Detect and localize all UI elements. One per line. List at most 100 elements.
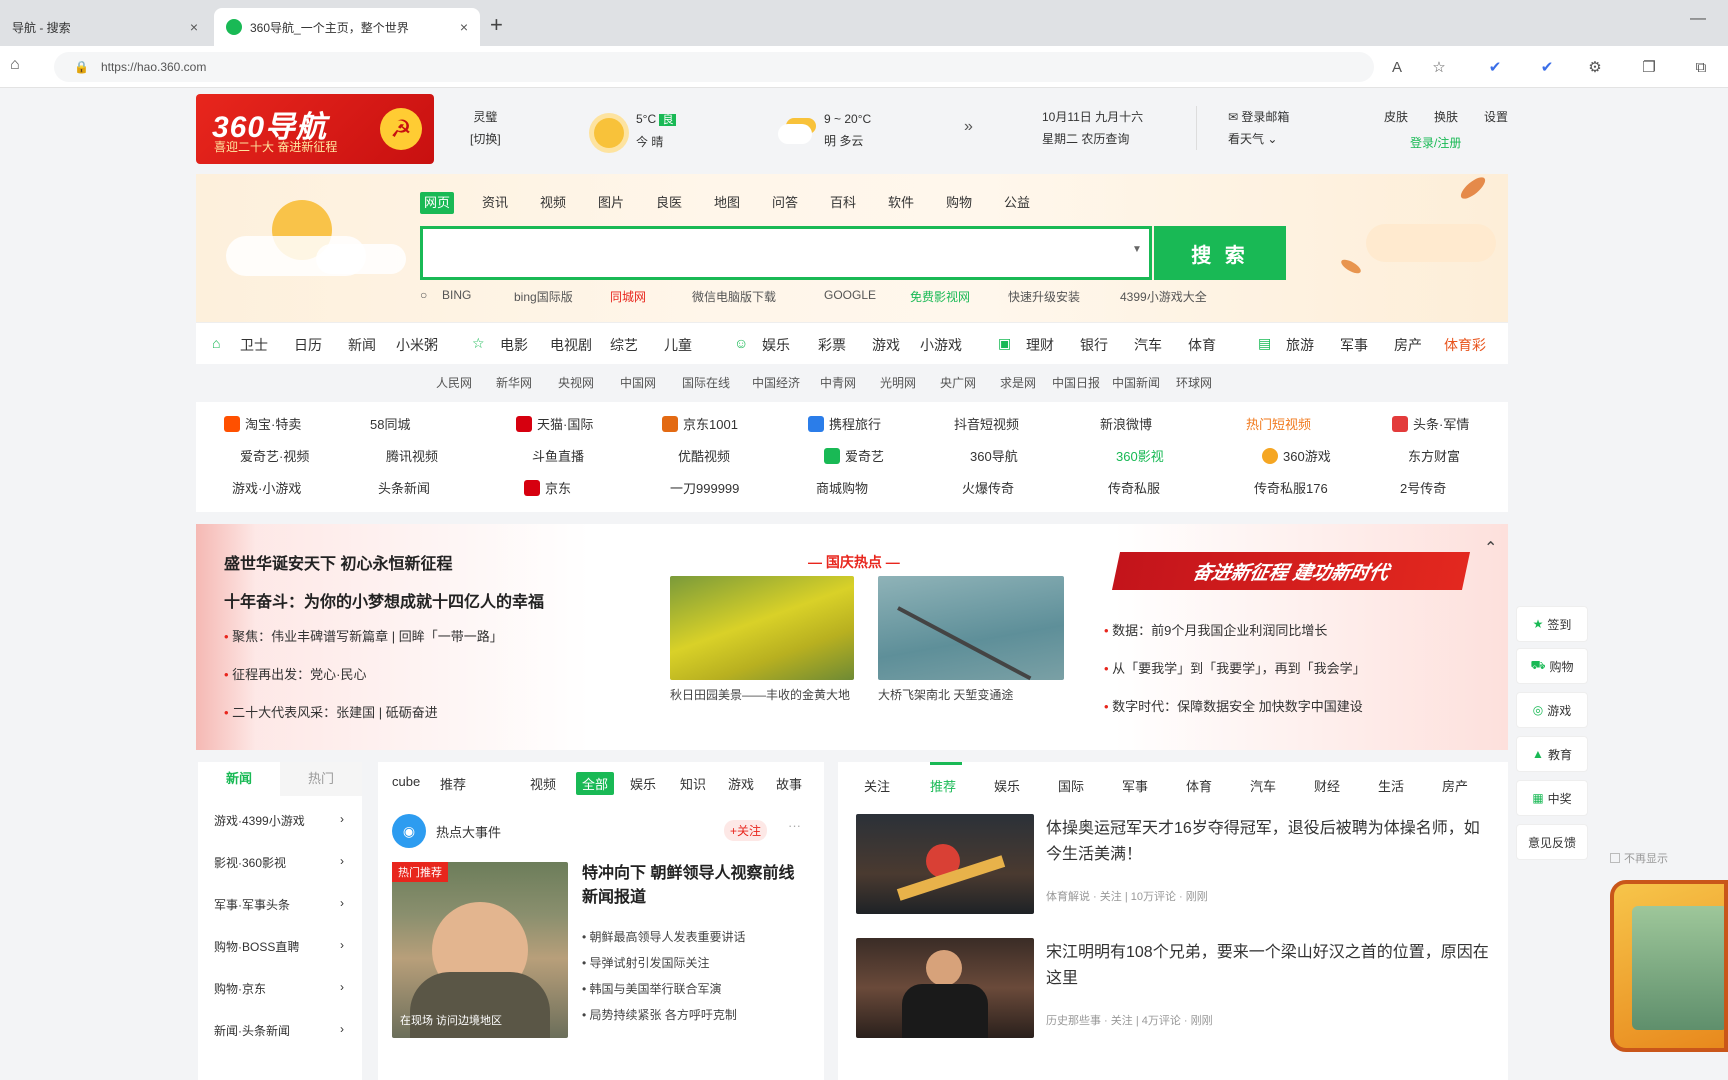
category-link[interactable]: 娱乐 <box>762 335 790 355</box>
feed-tab[interactable]: 视频 <box>530 774 556 793</box>
category-link[interactable]: 电影 <box>500 335 528 355</box>
left-list-item[interactable]: 游戏·4399小游戏 › <box>214 812 344 829</box>
category-link[interactable]: 日历 <box>294 335 322 355</box>
suggestion-link[interactable]: 微信电脑版下载 <box>692 288 776 305</box>
favorite-icon[interactable]: ☆ <box>1428 56 1450 78</box>
media-link[interactable]: 人民网 <box>436 374 472 391</box>
category-link[interactable]: 旅游 <box>1286 335 1314 355</box>
category-link[interactable]: 汽车 <box>1134 335 1162 355</box>
suggestion-link[interactable]: BING <box>442 288 471 302</box>
news-tab[interactable]: 生活 <box>1378 776 1404 795</box>
browser-tab-active[interactable]: 360导航_一个主页，整个世界 × <box>214 8 480 46</box>
site-link[interactable]: 京东1001 <box>662 414 802 433</box>
search-tab[interactable]: 地图 <box>710 192 744 214</box>
search-tab[interactable]: 百科 <box>826 192 860 214</box>
left-tab-news[interactable]: 新闻 <box>198 762 280 796</box>
media-link[interactable]: 央视网 <box>558 374 594 391</box>
settings-icon[interactable]: ⚙ <box>1584 56 1606 78</box>
site-link[interactable]: 淘宝·特卖 <box>224 414 364 433</box>
game-ad-popup[interactable] <box>1610 880 1728 1052</box>
site-link[interactable]: 2号传奇 <box>1400 478 1540 497</box>
news-tab[interactable]: 娱乐 <box>994 776 1020 795</box>
date-block[interactable]: 10月11日 九月十六 星期二 农历查询 <box>1042 106 1143 150</box>
float-button-signin[interactable]: ★ 签到 <box>1516 606 1588 642</box>
chevron-right-icon[interactable]: » <box>964 118 973 136</box>
media-link[interactable]: 中国网 <box>620 374 656 391</box>
collections-icon[interactable]: ❐ <box>1638 56 1660 78</box>
media-link[interactable]: 央广网 <box>940 374 976 391</box>
search-tab[interactable]: 视频 <box>536 192 570 214</box>
search-tab[interactable]: 资讯 <box>478 192 512 214</box>
header-link-skin[interactable]: 皮肤 <box>1384 106 1408 128</box>
banner-right-item[interactable]: • 从「要我学」到「我要学」，再到「我会学」 <box>1104 658 1366 677</box>
feed-tab-active[interactable]: 全部 <box>576 772 615 795</box>
site-link[interactable]: 360游戏 <box>1262 446 1402 465</box>
float-button-education[interactable]: ▲ 教育 <box>1516 736 1588 772</box>
banner-right-item[interactable]: • 数据：前9个月我国企业利润同比增长 <box>1104 620 1327 639</box>
suggestion-link[interactable]: bing国际版 <box>514 288 573 305</box>
float-button-game[interactable]: ◎ 游戏 <box>1516 692 1588 728</box>
news-tab[interactable]: 军事 <box>1122 776 1148 795</box>
header-link-theme[interactable]: 换肤 <box>1434 106 1458 128</box>
left-list-item[interactable]: 购物·BOSS直聘 › <box>214 938 344 955</box>
category-link[interactable]: 卫士 <box>240 335 268 355</box>
site-link[interactable]: 360导航 <box>970 446 1110 465</box>
news-photo-drama[interactable] <box>856 938 1034 1038</box>
feed-tab[interactable]: 娱乐 <box>630 774 656 793</box>
site-link[interactable]: 东方财富 <box>1408 446 1548 465</box>
url-field[interactable]: 🔒 https://hao.360.com <box>54 52 1374 82</box>
site-link[interactable]: 天猫·国际 <box>516 414 656 433</box>
search-tab[interactable]: 购物 <box>942 192 976 214</box>
media-link[interactable]: 新华网 <box>496 374 532 391</box>
news-headline[interactable]: 体操奥运冠军天才16岁夺得冠军，退役后被聘为体操名师，如今生活美满！ <box>1046 816 1492 868</box>
category-link[interactable]: 小米粥 <box>396 335 438 355</box>
read-aloud-icon[interactable]: A <box>1386 56 1408 78</box>
suggestion-link[interactable]: 免费影视网 <box>910 288 970 305</box>
mail-block[interactable]: ✉ 登录邮箱 看天气 ⌄ <box>1228 106 1289 150</box>
banner-list-item[interactable]: • 二十大代表风采：张建国 | 砥砺奋进 <box>224 702 438 721</box>
media-link[interactable]: 国际在线 <box>682 374 730 391</box>
feed-bullet[interactable]: • 韩国与美国举行联合军演 <box>582 976 746 1002</box>
search-tab[interactable]: 问答 <box>768 192 802 214</box>
left-list-item[interactable]: 新闻·头条新闻 › <box>214 1022 344 1039</box>
login-link[interactable]: 登录/注册 <box>1410 132 1461 154</box>
left-tab-hot[interactable]: 热门 <box>280 762 362 796</box>
extension-icon[interactable]: ✔ <box>1536 56 1558 78</box>
site-link[interactable]: 腾讯视频 <box>386 446 526 465</box>
site-logo[interactable]: 360导航 喜迎二十大 奋进新征程 ☭ <box>196 94 434 164</box>
site-link[interactable]: 热门短视频 <box>1246 414 1386 433</box>
site-link[interactable]: 爱奇艺 <box>824 446 964 465</box>
category-link[interactable]: 银行 <box>1080 335 1108 355</box>
suggestion-link[interactable]: 快速升级安装 <box>1008 288 1080 305</box>
suggestion-link[interactable]: 4399小游戏大全 <box>1120 288 1207 305</box>
weather-toggle[interactable]: 看天气 <box>1228 132 1264 146</box>
news-tab[interactable]: 汽车 <box>1250 776 1276 795</box>
suggestion-link[interactable]: GOOGLE <box>824 288 876 302</box>
feed-bullet[interactable]: • 导弹试射引发国际关注 <box>582 950 746 976</box>
media-link[interactable]: 中国日报 <box>1052 374 1100 391</box>
extension-icon[interactable]: ✔ <box>1484 56 1506 78</box>
feed-tab[interactable]: 推荐 <box>440 774 466 793</box>
weather-now[interactable]: 5°C 良 今 晴 <box>636 108 677 153</box>
banner-headline[interactable]: 盛世华诞安天下 初心永恒新征程 <box>224 550 452 574</box>
banner-list-item[interactable]: • 聚焦：伟业丰碑谱写新篇章 | 回眸「一带一路」 <box>224 626 503 645</box>
browser-tab[interactable]: 导航 - 搜索 × <box>0 8 210 46</box>
photo-caption[interactable]: 秋日田园美景——丰收的金黄大地 <box>670 686 854 704</box>
category-link[interactable]: 儿童 <box>664 335 692 355</box>
site-link[interactable]: 58同城 <box>370 414 510 433</box>
left-list-item[interactable]: 军事·军事头条 › <box>214 896 344 913</box>
chevron-down-icon[interactable]: ⌄ <box>1267 132 1277 146</box>
media-link[interactable]: 中国经济 <box>752 374 800 391</box>
site-link[interactable]: 传奇私服 <box>1108 478 1248 497</box>
float-button-shopping[interactable]: ⛟ 购物 <box>1516 648 1588 684</box>
left-list-item[interactable]: 购物·京东 › <box>214 980 344 997</box>
search-tab[interactable]: 公益 <box>1000 192 1034 214</box>
site-link[interactable]: 商城购物 <box>816 478 956 497</box>
follow-button[interactable]: +关注 <box>724 820 768 841</box>
new-tab-button[interactable]: + <box>490 12 503 38</box>
search-tab-web[interactable]: 网页 <box>420 192 455 214</box>
media-link[interactable]: 环球网 <box>1176 374 1212 391</box>
site-link[interactable]: 传奇私服176 <box>1254 478 1394 497</box>
category-link[interactable]: 小游戏 <box>920 335 962 355</box>
weather-forecast[interactable]: 9 ~ 20°C 明 多云 <box>824 108 871 152</box>
